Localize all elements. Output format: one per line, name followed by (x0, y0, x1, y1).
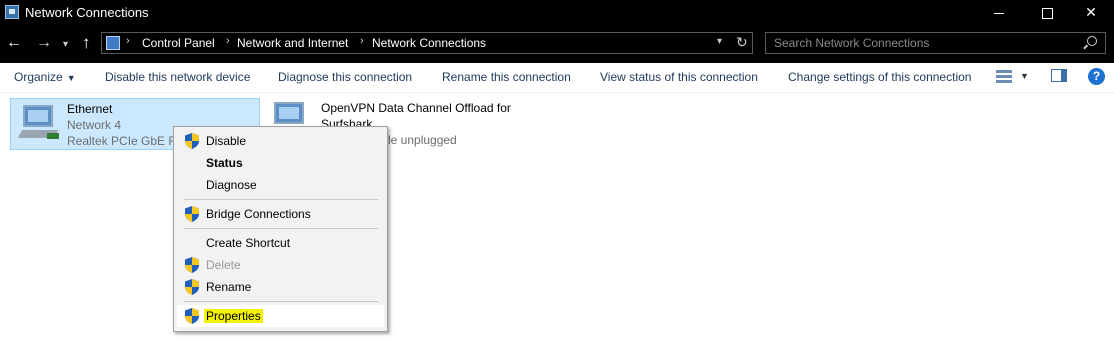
change-settings-button[interactable]: Change settings of this connection (788, 70, 971, 84)
menu-item-diagnose[interactable]: Diagnose (177, 174, 384, 196)
breadcrumb-network-and-internet[interactable]: Network and Internet (237, 36, 348, 50)
menu-item-label: Rename (206, 280, 252, 294)
menu-item-status[interactable]: Status (177, 152, 384, 174)
menu-item-rename[interactable]: Rename (177, 276, 384, 298)
menu-item-label: Status (206, 156, 243, 170)
minimize-button[interactable] (976, 0, 1022, 25)
menu-item-label: Bridge Connections (206, 207, 311, 221)
rename-connection-button[interactable]: Rename this connection (442, 70, 571, 84)
back-button[interactable]: ← (6, 33, 22, 53)
command-bar: Organize ▼ Disable this network device Di… (0, 63, 1114, 93)
up-button[interactable]: ↑ (82, 33, 91, 53)
connection-network: Network 4 (67, 118, 122, 132)
breadcrumb-network-connections[interactable]: Network Connections (372, 36, 486, 50)
connection-name: OpenVPN Data Channel Offload for (321, 101, 511, 115)
chevron-down-icon: ▾ (63, 39, 69, 50)
close-button[interactable]: ✕ (1068, 0, 1114, 25)
menu-item-label: Diagnose (206, 178, 257, 192)
menu-item-label: Disable (206, 134, 247, 148)
view-options-caret-icon[interactable]: ▼ (1020, 71, 1029, 81)
title-bar: Network Connections ✕ (0, 0, 1114, 25)
menu-item-properties[interactable]: Properties (177, 305, 384, 327)
uac-shield-icon (185, 133, 199, 149)
menu-item-create-shortcut[interactable]: Create Shortcut (177, 232, 384, 254)
view-status-button[interactable]: View status of this connection (600, 70, 758, 84)
help-icon[interactable]: ? (1088, 68, 1105, 85)
network-adapter-icon (17, 103, 61, 143)
uac-shield-icon (185, 308, 199, 324)
refresh-icon[interactable]: ↻ (736, 34, 748, 51)
menu-item-delete: Delete (177, 254, 384, 276)
disable-device-button[interactable]: Disable this network device (105, 70, 250, 84)
close-icon: ✕ (1085, 4, 1097, 20)
maximize-icon (1041, 7, 1053, 19)
caret-down-icon: ▼ (66, 73, 76, 83)
address-history-chevron-icon[interactable]: ▾ (717, 36, 722, 47)
search-icon[interactable] (1087, 36, 1097, 46)
uac-shield-icon (185, 279, 199, 295)
menu-item-label: Delete (206, 258, 241, 272)
diagnose-connection-button[interactable]: Diagnose this connection (278, 70, 412, 84)
window-title: Network Connections (25, 5, 149, 20)
network-connections-icon (5, 5, 19, 19)
organize-label: Organize (14, 70, 63, 84)
arrow-right-icon: → (36, 34, 52, 51)
chevron-right-icon[interactable]: › (226, 35, 230, 47)
chevron-right-icon[interactable]: › (360, 35, 364, 47)
control-panel-icon (106, 36, 120, 50)
minimize-icon (994, 12, 1004, 14)
connection-device: Realtek PCIe GbE Fa (67, 134, 183, 148)
connection-status: le unplugged (388, 133, 457, 147)
forward-button[interactable]: → (36, 33, 52, 53)
uac-shield-icon (185, 257, 199, 273)
connection-name: Ethernet (67, 102, 113, 116)
chevron-right-icon[interactable]: › (126, 35, 130, 47)
breadcrumb-control-panel[interactable]: Control Panel (142, 36, 215, 50)
arrow-left-icon: ← (6, 34, 22, 51)
menu-item-label: Properties (204, 309, 263, 323)
context-menu: Disable Status Diagnose Bridge Connectio… (173, 126, 388, 332)
arrow-up-icon: ↑ (82, 33, 91, 52)
uac-shield-icon (185, 206, 199, 222)
address-row: ← → ▾ ↑ › Control Panel › Network and In… (0, 25, 1114, 63)
search-box[interactable]: Search Network Connections (765, 32, 1106, 54)
change-view-icon[interactable] (996, 69, 1012, 83)
address-bar[interactable]: › Control Panel › Network and Internet ›… (101, 32, 753, 54)
search-input[interactable]: Search Network Connections (774, 36, 929, 50)
preview-pane-icon[interactable] (1051, 69, 1067, 82)
recent-locations-button[interactable]: ▾ (63, 35, 68, 55)
organize-button[interactable]: Organize ▼ (14, 70, 76, 84)
menu-item-bridge-connections[interactable]: Bridge Connections (177, 203, 384, 225)
maximize-button[interactable] (1024, 0, 1070, 25)
menu-item-disable[interactable]: Disable (177, 130, 384, 152)
menu-separator (184, 228, 378, 229)
menu-separator (184, 199, 378, 200)
menu-item-label: Create Shortcut (206, 236, 291, 250)
menu-separator (184, 301, 378, 302)
